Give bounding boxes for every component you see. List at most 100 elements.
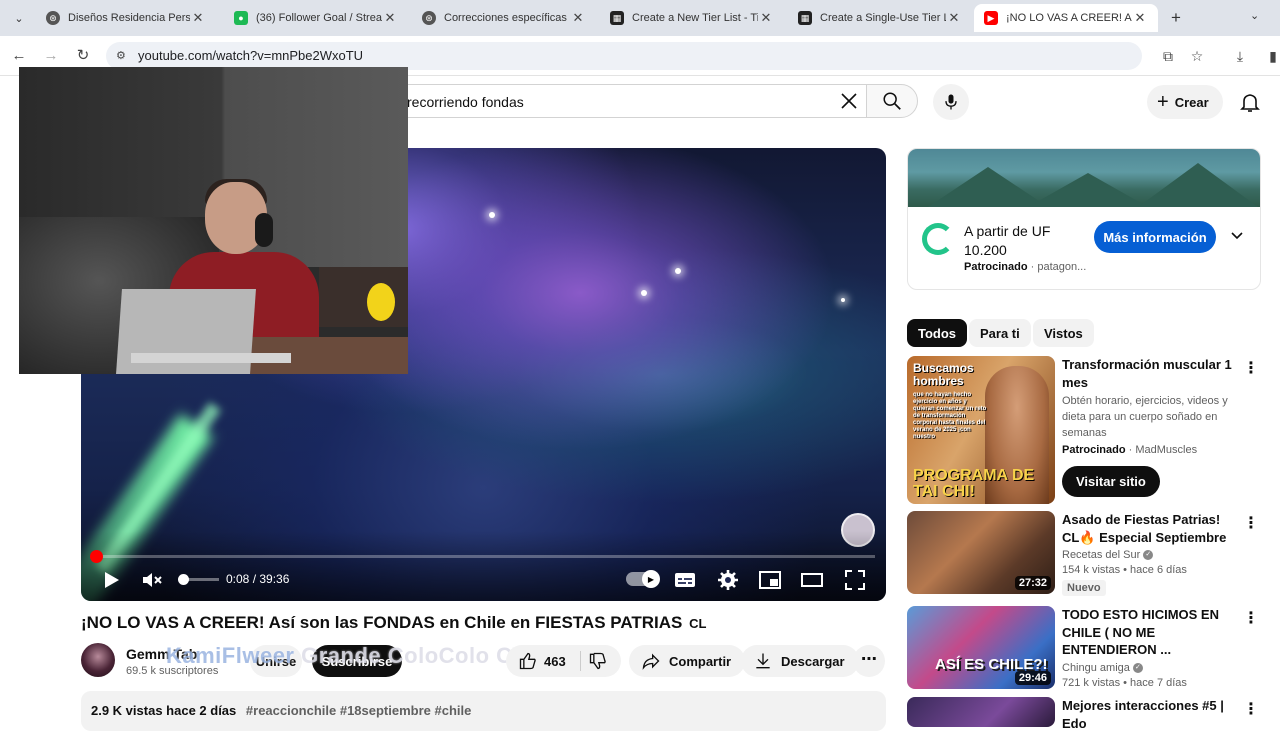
browser-tab[interactable]: ▦ Create a New Tier List - Tie ✕ xyxy=(600,4,784,32)
video-title[interactable]: TODO ESTO HICIMOS EN CHILE ( NO ME ENTEN… xyxy=(1062,606,1232,659)
browser-tab[interactable]: ▦ Create a Single-Use Tier Li ✕ xyxy=(788,4,972,32)
notifications-bell-icon[interactable] xyxy=(1238,90,1262,114)
like-dislike-group: 463 xyxy=(506,645,621,677)
thumbs-down-icon[interactable] xyxy=(588,651,608,671)
chevron-down-icon[interactable] xyxy=(1230,229,1244,243)
duration-badge: 27:32 xyxy=(1014,576,1051,590)
install-app-icon[interactable]: ⧉ xyxy=(1157,45,1179,67)
close-tab-icon[interactable]: ✕ xyxy=(946,10,962,26)
chip-for-you[interactable]: Para ti xyxy=(969,319,1031,347)
video-frame-sparkle xyxy=(675,268,681,274)
plus-icon: + xyxy=(1157,90,1169,113)
video-title[interactable]: Transformación muscular 1 mes xyxy=(1062,356,1232,391)
tiermaker-icon: ▦ xyxy=(610,11,624,25)
muted-volume-icon[interactable] xyxy=(140,568,164,592)
theater-mode-icon[interactable] xyxy=(800,568,824,592)
ad-description: Obtén horario, ejercicios, videos y diet… xyxy=(1062,395,1228,439)
search-input[interactable]: recorriendo fondas xyxy=(380,84,866,118)
profile-icon[interactable]: ▮ xyxy=(1262,45,1280,67)
verified-icon: ✓ xyxy=(1143,550,1154,561)
view-count: 2.9 K vistas xyxy=(91,703,163,718)
advertiser-logo xyxy=(922,223,954,255)
ad-headline: A partir de UF 10.200 xyxy=(964,223,1051,258)
streamer-webcam-overlay xyxy=(19,67,408,374)
window-menu-icon[interactable]: ⌄ xyxy=(1250,9,1259,22)
new-badge: Nuevo xyxy=(1062,580,1106,596)
channel-name[interactable]: Recetas del Sur xyxy=(1062,549,1140,561)
video-frame-sparkle xyxy=(489,212,495,218)
openai-icon: ⊛ xyxy=(46,11,60,25)
create-button[interactable]: + Crear xyxy=(1147,85,1223,119)
download-icon[interactable]: ⤓ xyxy=(1229,45,1251,67)
chip-all[interactable]: Todos xyxy=(907,319,968,347)
microphone-icon xyxy=(945,94,957,110)
upload-age: hace 2 días xyxy=(166,703,237,718)
reload-icon[interactable]: ↻ xyxy=(72,45,94,67)
volume-slider-handle[interactable] xyxy=(178,574,189,585)
video-thumbnail[interactable]: ASÍ ES CHILE?! 29:46 xyxy=(907,606,1055,689)
thumbs-up-icon xyxy=(519,652,536,670)
download-button[interactable]: Descargar xyxy=(741,645,859,677)
time-display: 0:08 / 39:36 xyxy=(226,572,290,586)
settings-gear-icon[interactable] xyxy=(716,568,740,592)
ad-more-info-button[interactable]: Más información xyxy=(1094,221,1216,253)
video-title[interactable]: Mejores interacciones #5 | Edo xyxy=(1062,697,1232,732)
browser-tab[interactable]: ● (36) Follower Goal / Stream ✕ xyxy=(224,4,408,32)
more-options-icon[interactable]: ⋮ xyxy=(1243,358,1259,378)
more-options-icon[interactable]: ⋮ xyxy=(1243,608,1259,628)
close-tab-icon[interactable]: ✕ xyxy=(570,10,586,26)
close-tab-icon[interactable]: ✕ xyxy=(190,10,206,26)
forward-icon[interactable]: → xyxy=(40,45,62,67)
like-button[interactable]: 463 xyxy=(518,651,566,671)
video-thumbnail[interactable] xyxy=(907,697,1055,727)
visit-site-button[interactable]: Visitar sitio xyxy=(1062,466,1160,497)
omnibox[interactable]: ⚙ youtube.com/watch?v=mnPbe2WxoTU xyxy=(106,42,1142,70)
channel-name[interactable]: Chingu amiga xyxy=(1062,662,1130,674)
progress-scrubber[interactable] xyxy=(90,550,103,563)
search-button[interactable] xyxy=(866,84,918,118)
subtitles-icon[interactable] xyxy=(673,568,697,592)
browser-tab[interactable]: ⊛ Diseños Residencia Perseo ✕ xyxy=(36,4,216,32)
browser-tab-active[interactable]: ▶ ¡NO LO VAS A CREER! Así s ✕ xyxy=(974,4,1158,32)
bookmark-star-icon[interactable]: ☆ xyxy=(1186,45,1208,67)
video-title[interactable]: Asado de Fiestas Patrias! CL🔥 Especial S… xyxy=(1062,511,1232,546)
close-tab-icon[interactable]: ✕ xyxy=(382,10,398,26)
back-icon[interactable]: ← xyxy=(8,45,30,67)
close-tab-icon[interactable]: ✕ xyxy=(758,10,774,26)
video-thumbnail[interactable]: 27:32 xyxy=(907,511,1055,594)
new-tab-button[interactable]: + xyxy=(1166,8,1186,28)
fullscreen-icon[interactable] xyxy=(843,568,867,592)
browser-tab[interactable]: ⊛ Correcciones específicas d ✕ xyxy=(412,4,596,32)
chip-watched[interactable]: Vistos xyxy=(1033,319,1094,347)
clear-search-icon[interactable] xyxy=(838,90,860,112)
sponsored-ad-card[interactable]: A partir de UF 10.200 Patrocinado · pata… xyxy=(907,148,1261,290)
autoplay-toggle[interactable]: ▶ xyxy=(626,570,660,588)
voice-search-button[interactable] xyxy=(933,84,969,120)
ad-banner-image[interactable] xyxy=(908,149,1260,207)
play-icon: ▶ xyxy=(642,570,660,588)
video-frame-sparkle xyxy=(841,298,845,302)
close-tab-icon[interactable]: ✕ xyxy=(1132,10,1148,26)
verified-icon: ✓ xyxy=(1132,662,1143,673)
more-actions-button[interactable]: ⋯ xyxy=(853,645,885,677)
site-info-icon[interactable]: ⚙ xyxy=(116,49,130,63)
stream-chat-overlay-text: KamiFlweer Grande ColoColo CTM xyxy=(166,643,546,668)
progress-bar[interactable] xyxy=(90,550,875,563)
video-meta: 721 k vistas • hace 7 días xyxy=(1062,676,1187,689)
tab-search-button[interactable]: ⌄ xyxy=(8,7,30,29)
share-button[interactable]: Compartir xyxy=(629,645,746,677)
more-options-icon[interactable]: ⋮ xyxy=(1243,513,1259,533)
miniplayer-icon[interactable] xyxy=(758,568,782,592)
description-box[interactable]: 2.9 K vistas hace 2 días #reaccionchile … xyxy=(81,691,886,731)
video-meta: 154 k vistas • hace 6 días xyxy=(1062,564,1187,576)
hashtags[interactable]: #reaccionchile #18septiembre #chile xyxy=(246,703,471,718)
streamelements-icon: ● xyxy=(234,11,248,25)
video-title: ¡NO LO VAS A CREER! Así son las FONDAS e… xyxy=(81,613,707,632)
video-thumbnail[interactable]: Buscamos hombres que no hayan hecho ejer… xyxy=(907,356,1055,504)
play-icon[interactable] xyxy=(99,568,123,592)
browser-tab-bar: ⌄ ⊛ Diseños Residencia Perseo ✕ ● (36) F… xyxy=(0,0,1280,36)
url-text[interactable]: youtube.com/watch?v=mnPbe2WxoTU xyxy=(138,48,363,63)
more-options-icon[interactable]: ⋮ xyxy=(1243,699,1259,719)
download-icon xyxy=(756,653,770,669)
channel-avatar[interactable] xyxy=(81,643,115,677)
